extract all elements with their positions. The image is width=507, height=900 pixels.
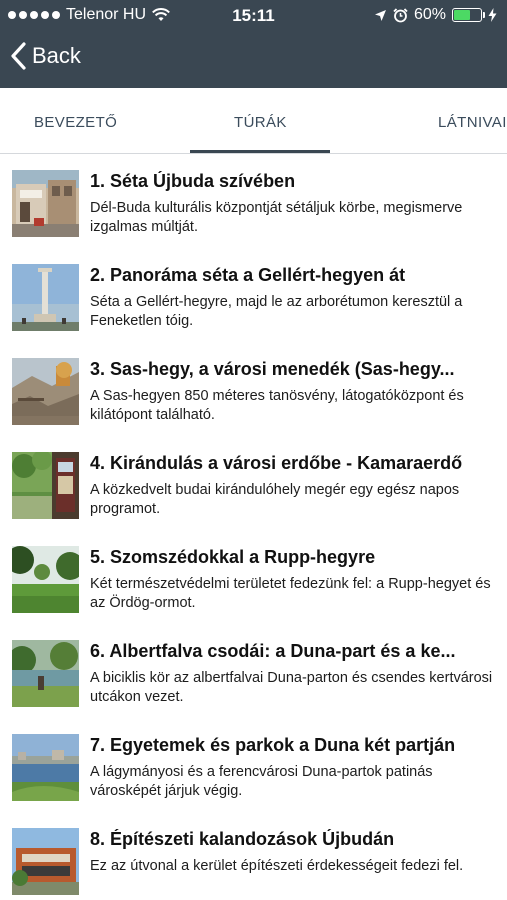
tour-description: A biciklis kör az albertfalvai Duna-part… <box>90 670 493 705</box>
list-item[interactable]: 1. Séta Újbuda szívében Dél-Buda kulturá… <box>0 155 507 249</box>
battery-fill <box>454 10 470 20</box>
tab-turak[interactable]: TÚRÁK <box>234 114 287 131</box>
list-item[interactable]: 2. Panoráma séta a Gellért-hegyen át Sét… <box>0 249 507 343</box>
list-item[interactable]: 7. Egyetemek és parkok a Duna két partjá… <box>0 719 507 813</box>
tour-thumbnail <box>12 828 79 895</box>
status-right-group: 60% <box>374 6 497 24</box>
alarm-clock-icon <box>393 7 408 22</box>
tour-description: A Sas-hegyen 850 méteres tanösvény, láto… <box>90 388 464 423</box>
tour-description: Séta a Gellért-hegyre, majd le az arboré… <box>90 294 463 329</box>
tour-thumbnail <box>12 170 79 237</box>
tour-thumbnail <box>12 452 79 519</box>
tab-bar: BEVEZETŐ TÚRÁK LÁTNIVAI <box>0 88 507 154</box>
tour-title: 8. Építészeti kalandozások Újbudán <box>90 829 395 849</box>
tour-description: Ez az útvonal a kerület építészeti érdek… <box>90 858 464 874</box>
list-item[interactable]: 6. Albertfalva csodái: a Duna-part és a … <box>0 625 507 719</box>
tour-thumbnail <box>12 546 79 613</box>
battery-percent: 60% <box>413 6 446 23</box>
header-bar: Telenor HU 15:11 60% Back <box>0 0 507 88</box>
selected-tab-indicator <box>190 150 330 153</box>
battery-icon <box>452 8 485 22</box>
list-item[interactable]: 8. Építészeti kalandozások Újbudán Ez az… <box>0 813 507 900</box>
tour-title: 3. Sas-hegy, a városi menedék (Sas-hegy.… <box>90 359 455 379</box>
back-button[interactable]: Back <box>10 42 81 70</box>
tour-title: 4. Kirándulás a városi erdőbe - Kamaraer… <box>90 453 463 473</box>
status-bar: Telenor HU 15:11 60% <box>0 0 507 32</box>
tour-thumbnail <box>12 640 79 707</box>
tour-title: 6. Albertfalva csodái: a Duna-part és a … <box>90 641 456 661</box>
tour-description: Két természetvédelmi területet fedezünk … <box>90 576 491 611</box>
charging-bolt-icon <box>488 8 497 22</box>
tour-title: 2. Panoráma séta a Gellért-hegyen át <box>90 265 406 285</box>
tour-title: 1. Séta Újbuda szívében <box>90 171 296 191</box>
list-item[interactable]: 4. Kirándulás a városi erdőbe - Kamaraer… <box>0 437 507 531</box>
tour-description: A lágymányosi és a ferencvárosi Duna-par… <box>90 764 433 799</box>
tour-description: Dél-Buda kulturális központját sétáljuk … <box>90 200 463 235</box>
tour-title: 5. Szomszédokkal a Rupp-hegyre <box>90 547 376 567</box>
location-arrow-icon <box>374 9 386 21</box>
list-item[interactable]: 3. Sas-hegy, a városi menedék (Sas-hegy.… <box>0 343 507 437</box>
tour-thumbnail <box>12 358 79 425</box>
tour-title: 7. Egyetemek és parkok a Duna két partjá… <box>90 735 456 755</box>
tab-bevezeto[interactable]: BEVEZETŐ <box>34 114 117 131</box>
tab-latnivalok[interactable]: LÁTNIVAI <box>438 114 507 131</box>
back-label: Back <box>32 43 81 68</box>
list-item[interactable]: 5. Szomszédokkal a Rupp-hegyre Két termé… <box>0 531 507 625</box>
tour-description: A közkedvelt budai kirándulóhely megér e… <box>90 482 460 517</box>
tour-thumbnail <box>12 264 79 331</box>
chevron-left-icon <box>11 42 26 70</box>
tour-thumbnail <box>12 734 79 801</box>
navigation-bar: Back <box>0 32 507 88</box>
